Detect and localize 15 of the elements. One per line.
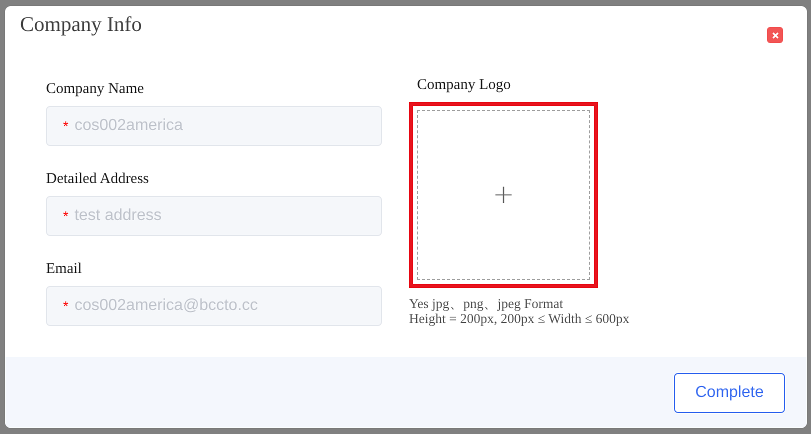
field-label: Company Name: [46, 81, 145, 98]
upload-hint: Yes jpg、png、jpeg Format: [409, 296, 564, 311]
field-label: Detailed Address: [46, 171, 150, 188]
plus-icon: +: [492, 180, 514, 210]
upload-hint: Height = 200px, 200px ≤ Width ≤ 600px: [409, 311, 630, 326]
complete-button[interactable]: Complete: [674, 372, 785, 412]
dialog-title: Company Info: [20, 11, 142, 38]
close-button[interactable]: [767, 27, 783, 43]
required-mark: *: [63, 208, 68, 224]
field-label: Company Logo: [417, 77, 512, 94]
required-mark: *: [63, 298, 68, 314]
close-icon: [772, 32, 778, 38]
required-mark: *: [63, 118, 68, 134]
field-label: Email: [46, 261, 83, 278]
logo-upload-button[interactable]: +: [409, 102, 598, 288]
